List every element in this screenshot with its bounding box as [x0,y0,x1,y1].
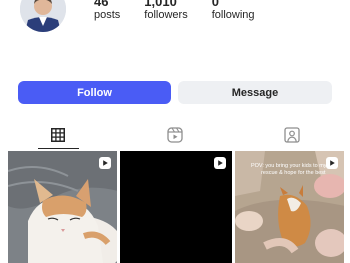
tab-reels[interactable] [117,121,234,149]
stat-followers-value: 1,010 [144,0,177,9]
stat-posts[interactable]: 46 posts [94,0,120,22]
tab-posts-grid[interactable] [0,121,117,149]
stat-followers[interactable]: 1,010 followers [144,0,187,22]
profile-tabs [0,121,350,149]
reel-icon [103,160,109,166]
stat-following-value: 0 [211,0,219,9]
tab-tagged[interactable] [233,121,350,149]
stat-posts-value: 46 [94,0,109,9]
reel-icon [330,160,335,166]
stat-posts-label: posts [94,9,121,21]
reel-badge [99,157,112,169]
post-thumbnail[interactable] [120,151,232,263]
grid-icon [51,128,66,142]
profile-avatar[interactable] [20,0,66,32]
tagged-icon [284,127,300,143]
profile-stats: 46 posts 1,010 followers 0 following [94,0,279,22]
message-button[interactable]: Message [178,81,332,104]
stat-following-label: following [211,9,255,21]
stat-following[interactable]: 0 following [212,0,255,22]
reel-badge [213,157,226,169]
post-thumbnail[interactable] [8,151,118,263]
follow-button[interactable]: Follow [18,81,171,104]
reels-icon [167,127,183,143]
post-overlay-text: POV: you bring your kids to my the rescu… [250,163,336,176]
stat-followers-label: followers [144,9,188,21]
reel-icon [217,160,223,166]
profile-actions: Follow Message [18,81,332,104]
reel-badge [326,157,339,169]
post-thumbnail[interactable]: POV: you bring your kids to my the rescu… [234,151,345,263]
posts-grid: POV: you bring your kids to my the rescu… [8,151,345,263]
